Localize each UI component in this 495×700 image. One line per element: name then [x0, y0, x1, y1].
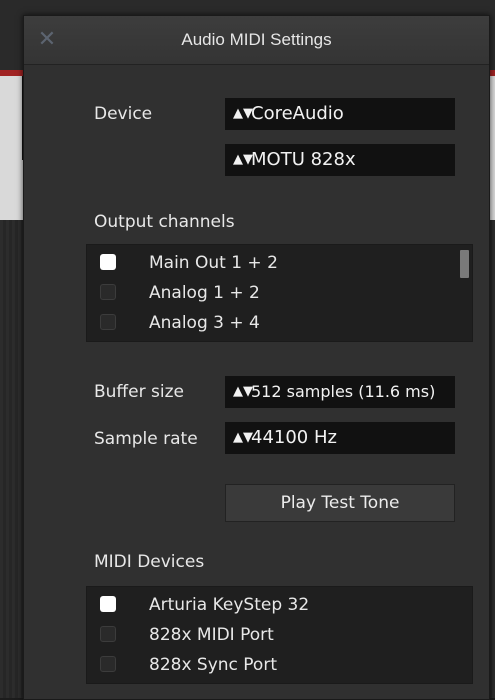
output-channels-label: Output channels — [94, 212, 235, 232]
dialog-title: Audio MIDI Settings — [181, 30, 332, 49]
close-icon[interactable]: ✕ — [34, 27, 60, 53]
sample-rate-select[interactable]: ▲▼44100 Hz — [225, 422, 455, 454]
updown-arrows-icon: ▲▼ — [233, 106, 253, 121]
output-channel-label: Analog 1 + 2 — [149, 283, 260, 303]
buffer-size-select[interactable]: ▲▼512 samples (11.6 ms) — [225, 376, 455, 408]
output-channel-item[interactable]: Analog 3 + 4 — [87, 308, 472, 338]
sample-rate-label: Sample rate — [94, 429, 198, 449]
device-interface-value: MOTU 828x — [251, 149, 356, 170]
title-bar: Audio MIDI Settings ✕ — [24, 16, 489, 65]
midi-device-checkbox[interactable] — [100, 626, 116, 642]
output-channel-label: Main Out 1 + 2 — [149, 253, 278, 273]
buffer-size-value: 512 samples (11.6 ms) — [251, 382, 436, 401]
updown-arrows-icon: ▲▼ — [233, 152, 253, 167]
midi-device-checkbox[interactable] — [100, 596, 116, 612]
sample-rate-value: 44100 Hz — [251, 427, 337, 448]
midi-device-item[interactable]: Arturia KeyStep 32 — [87, 590, 472, 620]
device-driver-select[interactable]: ▲▼CoreAudio — [225, 98, 455, 130]
updown-arrows-icon: ▲▼ — [233, 430, 253, 445]
device-label: Device — [94, 104, 153, 124]
output-channel-item[interactable]: Analog 1 + 2 — [87, 278, 472, 308]
output-channel-item[interactable]: Main Out 1 + 2 — [87, 248, 472, 278]
output-channel-checkbox[interactable] — [100, 314, 116, 330]
output-channels-scrollbar[interactable] — [460, 250, 469, 278]
output-channels-list[interactable]: Main Out 1 + 2 Analog 1 + 2 Analog 3 + 4 — [86, 244, 473, 342]
midi-device-label: 828x MIDI Port — [149, 625, 274, 645]
buffer-size-label: Buffer size — [94, 382, 184, 402]
midi-device-label: Arturia KeyStep 32 — [149, 595, 310, 615]
midi-device-label: 828x Sync Port — [149, 655, 277, 675]
output-channel-checkbox[interactable] — [100, 254, 116, 270]
output-channel-checkbox[interactable] — [100, 284, 116, 300]
audio-midi-settings-dialog: Audio MIDI Settings ✕ Device ▲▼CoreAudio… — [23, 15, 490, 700]
midi-device-item[interactable]: 828x Sync Port — [87, 650, 472, 680]
device-interface-select[interactable]: ▲▼MOTU 828x — [225, 144, 455, 176]
midi-devices-list[interactable]: Arturia KeyStep 32 828x MIDI Port 828x S… — [86, 586, 473, 684]
play-test-tone-button[interactable]: Play Test Tone — [225, 484, 455, 522]
device-driver-value: CoreAudio — [251, 103, 344, 124]
midi-device-checkbox[interactable] — [100, 656, 116, 672]
midi-devices-label: MIDI Devices — [94, 552, 205, 572]
updown-arrows-icon: ▲▼ — [233, 384, 253, 399]
output-channel-label: Analog 3 + 4 — [149, 313, 260, 333]
midi-device-item[interactable]: 828x MIDI Port — [87, 620, 472, 650]
